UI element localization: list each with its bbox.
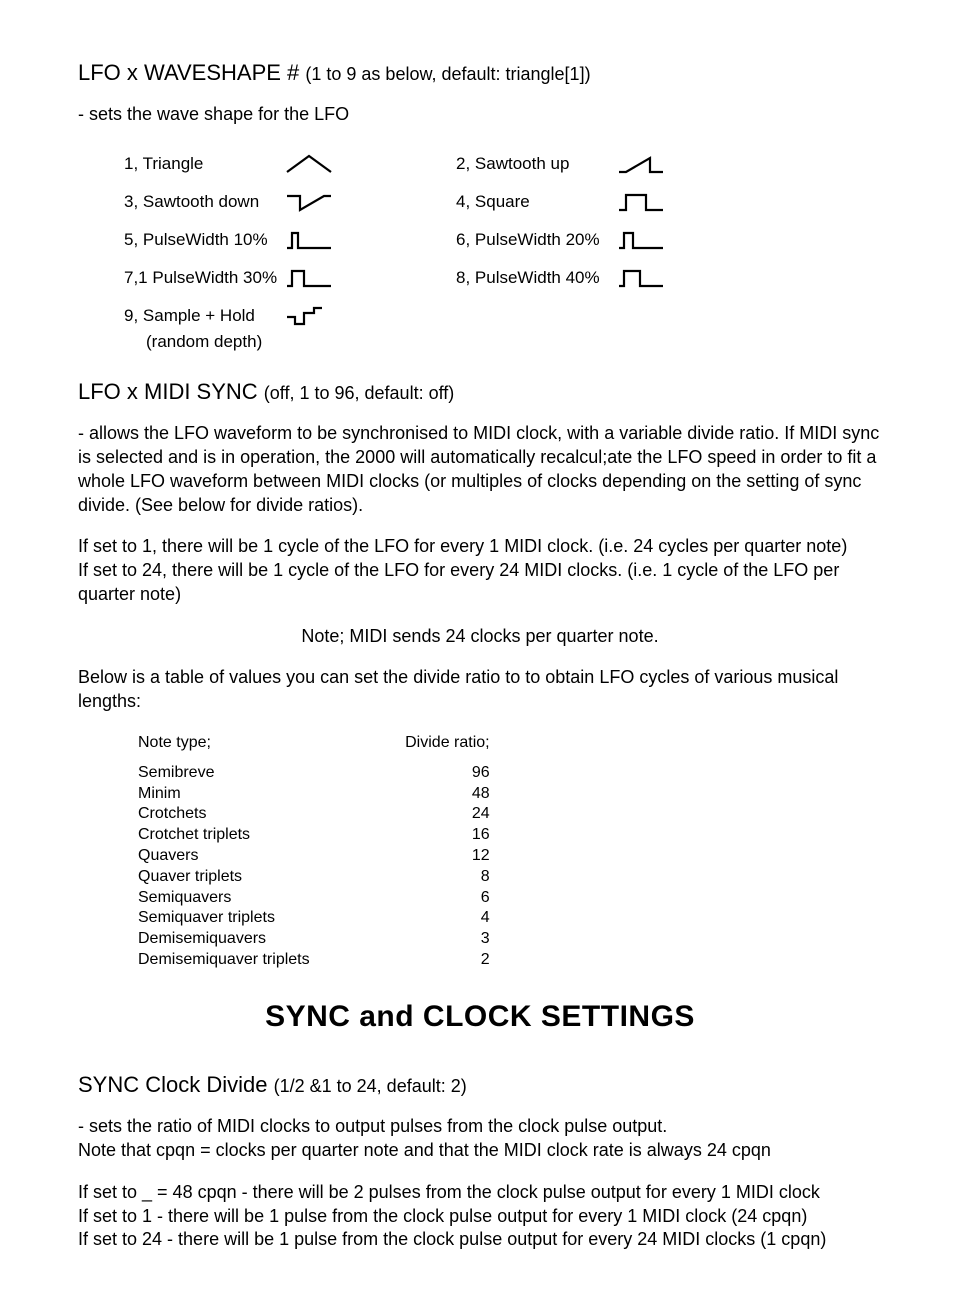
sawtooth-down-icon	[284, 191, 344, 213]
divide-ratio-cell: 4	[310, 908, 490, 929]
table-row: Demisemiquaver triplets2	[138, 950, 490, 971]
midisync-table-intro: Below is a table of values you can set t…	[78, 666, 882, 714]
sawtooth-up-icon	[616, 153, 676, 175]
wave-sublabel: (random depth)	[146, 331, 882, 353]
wave-label: 1, Triangle	[124, 153, 284, 175]
waveshape-row: 7,1 PulseWidth 30% 8, PulseWidth 40%	[124, 259, 882, 297]
heading-main: SYNC Clock Divide	[78, 1072, 274, 1097]
table-header-divide-ratio: Divide ratio;	[310, 732, 490, 763]
table-row: Quaver triplets8	[138, 867, 490, 888]
note-type-cell: Quavers	[138, 846, 310, 867]
section-heading-lfo-midisync: LFO x MIDI SYNC (off, 1 to 96, default: …	[78, 377, 882, 406]
pulsewidth-40-icon	[616, 267, 676, 289]
waveshape-row: 5, PulseWidth 10% 6, PulseWidth 20%	[124, 221, 882, 259]
table-row: Semiquaver triplets4	[138, 908, 490, 929]
divide-ratio-table-wrap: Note type; Divide ratio; Semibreve96Mini…	[138, 732, 882, 971]
divide-ratio-table: Note type; Divide ratio; Semibreve96Mini…	[138, 732, 490, 971]
divide-ratio-cell: 24	[310, 804, 490, 825]
divide-ratio-cell: 96	[310, 763, 490, 784]
square-wave-icon	[616, 191, 676, 213]
midisync-note: Note; MIDI sends 24 clocks per quarter n…	[78, 625, 882, 649]
table-row: Crotchet triplets16	[138, 825, 490, 846]
waveshape-row: 9, Sample + Hold	[124, 297, 882, 335]
divide-ratio-cell: 2	[310, 950, 490, 971]
sync-p2: If set to _ = 48 cpqn - there will be 2 …	[78, 1181, 882, 1252]
heading-main: LFO x WAVESHAPE #	[78, 60, 305, 85]
heading-main: LFO x MIDI SYNC	[78, 379, 264, 404]
note-type-cell: Quaver triplets	[138, 867, 310, 888]
divide-ratio-cell: 6	[310, 888, 490, 909]
note-type-cell: Demisemiquaver triplets	[138, 950, 310, 971]
pulsewidth-30-icon	[284, 267, 344, 289]
sync-p1b: Note that cpqn = clocks per quarter note…	[78, 1140, 771, 1160]
wave-label: 2, Sawtooth up	[456, 153, 616, 175]
note-type-cell: Semibreve	[138, 763, 310, 784]
wave-label: 9, Sample + Hold	[124, 305, 284, 327]
table-row: Demisemiquavers3	[138, 929, 490, 950]
waveshape-grid: 1, Triangle 2, Sawtooth up 3, Sawtooth d…	[124, 145, 882, 353]
sync-p2c: If set to 24 - there will be 1 pulse fro…	[78, 1229, 826, 1249]
wave-label: 7,1 PulseWidth 30%	[124, 267, 284, 289]
heading-range: (1 to 9 as below, default: triangle[1])	[305, 64, 590, 84]
table-header-note-type: Note type;	[138, 732, 310, 763]
heading-range: (1/2 &1 to 24, default: 2)	[274, 1076, 467, 1096]
table-row: Semiquavers6	[138, 888, 490, 909]
table-row: Crotchets24	[138, 804, 490, 825]
waveshape-row: 3, Sawtooth down 4, Square	[124, 183, 882, 221]
divide-ratio-cell: 12	[310, 846, 490, 867]
note-type-cell: Minim	[138, 784, 310, 805]
midisync-p1: - allows the LFO waveform to be synchron…	[78, 422, 882, 517]
midisync-p2a: If set to 1, there will be 1 cycle of th…	[78, 536, 847, 556]
midisync-p2: If set to 1, there will be 1 cycle of th…	[78, 535, 882, 606]
divide-ratio-cell: 8	[310, 867, 490, 888]
divide-ratio-cell: 48	[310, 784, 490, 805]
wave-label: 4, Square	[456, 191, 616, 213]
note-type-cell: Demisemiquavers	[138, 929, 310, 950]
divide-ratio-cell: 3	[310, 929, 490, 950]
table-row: Quavers12	[138, 846, 490, 867]
section-heading-sync-clock-divide: SYNC Clock Divide (1/2 &1 to 24, default…	[78, 1070, 882, 1099]
table-row: Minim48	[138, 784, 490, 805]
waveshape-row: 1, Triangle 2, Sawtooth up	[124, 145, 882, 183]
note-type-cell: Crotchets	[138, 804, 310, 825]
sync-p1a: - sets the ratio of MIDI clocks to outpu…	[78, 1116, 667, 1136]
sync-p1: - sets the ratio of MIDI clocks to outpu…	[78, 1115, 882, 1163]
wave-label: 8, PulseWidth 40%	[456, 267, 616, 289]
note-type-cell: Crotchet triplets	[138, 825, 310, 846]
wave-label: 3, Sawtooth down	[124, 191, 284, 213]
divide-ratio-tbody: Semibreve96Minim48Crotchets24Crotchet tr…	[138, 763, 490, 971]
midisync-p2b: If set to 24, there will be 1 cycle of t…	[78, 560, 839, 604]
note-type-cell: Semiquavers	[138, 888, 310, 909]
pulsewidth-10-icon	[284, 229, 344, 251]
divide-ratio-cell: 16	[310, 825, 490, 846]
note-type-cell: Semiquaver triplets	[138, 908, 310, 929]
sync-p2b: If set to 1 - there will be 1 pulse from…	[78, 1206, 807, 1226]
triangle-wave-icon	[284, 153, 344, 175]
sync-p2a: If set to _ = 48 cpqn - there will be 2 …	[78, 1182, 820, 1202]
pulsewidth-20-icon	[616, 229, 676, 251]
sync-settings-title: SYNC and CLOCK SETTINGS	[78, 997, 882, 1037]
wave-label: 5, PulseWidth 10%	[124, 229, 284, 251]
wave-label: 6, PulseWidth 20%	[456, 229, 616, 251]
document-page: LFO x WAVESHAPE # (1 to 9 as below, defa…	[0, 0, 954, 1310]
section-heading-lfo-waveshape: LFO x WAVESHAPE # (1 to 9 as below, defa…	[78, 58, 882, 87]
waveshape-desc: - sets the wave shape for the LFO	[78, 103, 882, 127]
sample-hold-icon	[284, 305, 344, 327]
table-row: Semibreve96	[138, 763, 490, 784]
heading-range: (off, 1 to 96, default: off)	[264, 383, 454, 403]
